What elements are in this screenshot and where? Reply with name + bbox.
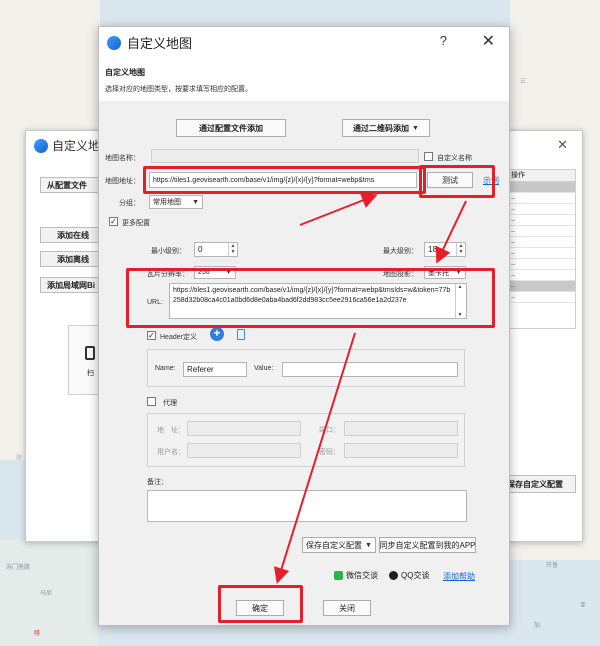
proxy-password-field: [344, 443, 458, 458]
header-label: Header定义: [160, 334, 197, 341]
test-button[interactable]: 测试: [427, 172, 473, 188]
table-row[interactable]: –: [507, 237, 575, 248]
chevron-down-icon: ▼: [225, 269, 232, 276]
wechat-chat-button[interactable]: 微信交谈: [334, 570, 378, 581]
delete-header-icon[interactable]: [237, 329, 245, 340]
add-lan-button[interactable]: 添加局域网Bi: [40, 277, 106, 293]
spinner-arrows-icon[interactable]: ▲ ▼: [456, 243, 465, 256]
header-value-label: Value:: [254, 365, 274, 372]
table-row[interactable]: –: [507, 226, 575, 237]
close-button[interactable]: 关闭: [323, 600, 371, 616]
phone-icon: [85, 346, 95, 360]
ok-button[interactable]: 确定: [236, 600, 284, 616]
more-config-checkbox[interactable]: ✓: [109, 217, 118, 226]
scan-label: 扫: [87, 370, 94, 377]
scrollbar[interactable]: ▲ ▼: [455, 284, 464, 318]
map-label: 马尼: [40, 591, 53, 597]
header-name-field[interactable]: Referer: [183, 362, 247, 377]
proxy-port-field: [344, 421, 458, 436]
app-logo-icon: [107, 35, 121, 50]
save-config-button[interactable]: 保存自定义配置 ▼: [302, 537, 376, 553]
table-row[interactable]: –: [507, 248, 575, 259]
proxy-port-label: 端口：: [319, 427, 340, 434]
table-row[interactable]: –: [507, 259, 575, 270]
more-config-label: 更多配置: [122, 220, 150, 227]
from-config-button[interactable]: 从配置文件: [40, 177, 106, 193]
projection-select[interactable]: 墨卡托 ▼: [424, 266, 466, 279]
sync-to-app-button[interactable]: 同步自定义配置到我的APP: [379, 537, 476, 553]
qq-icon: [389, 571, 398, 580]
qq-chat-button[interactable]: QQ交谈: [389, 570, 429, 581]
chevron-down-icon: ▼: [192, 198, 199, 206]
add-via-qr-button[interactable]: 通过二维码添加 ▼: [342, 119, 430, 137]
add-header-icon[interactable]: +: [210, 327, 224, 341]
proxy-address-label: 地 址：: [157, 427, 185, 434]
back-table: 操作 – – – – – – – – – –: [506, 169, 576, 329]
map-label: 沙: [16, 455, 23, 461]
example-link[interactable]: 示例: [483, 175, 499, 186]
tile-resolution-select[interactable]: 256 ▼: [194, 266, 236, 279]
map-name-field[interactable]: [151, 149, 419, 163]
add-online-button[interactable]: 添加在线: [40, 227, 106, 243]
map-url-field[interactable]: https://tiles1.geovisearth.com/base/v1/i…: [149, 172, 417, 188]
table-row[interactable]: –: [507, 215, 575, 226]
custom-name-checkbox[interactable]: [424, 152, 433, 161]
app-logo-icon: [34, 138, 48, 153]
table-row[interactable]: [507, 182, 575, 193]
proxy-checkbox[interactable]: [147, 397, 156, 406]
help-icon[interactable]: ?: [440, 33, 447, 48]
max-level-label: 最大级别：: [383, 248, 418, 255]
add-via-config-button[interactable]: 通过配置文件添加: [176, 119, 286, 137]
header-value-field[interactable]: [282, 362, 458, 377]
header-checkbox[interactable]: ✓: [147, 331, 156, 340]
group-label: 分组：: [119, 200, 140, 207]
header-name-label: Name:: [155, 365, 176, 372]
max-level-spinner[interactable]: 18 ▲ ▼: [424, 242, 466, 257]
min-level-label: 最小级别：: [151, 248, 186, 255]
map-label: 三: [520, 79, 527, 85]
chevron-down-icon: ▼: [455, 269, 462, 276]
add-help-link[interactable]: 添加帮助: [443, 571, 475, 582]
back-window-title: 自定义地: [34, 137, 100, 154]
remark-label: 备注：: [147, 479, 168, 486]
custom-map-dialog: 自定义地图 ? ✕ 自定义地图 选择对应的地图类型，按要求填写相应的配置。 通过…: [98, 26, 510, 626]
proxy-user-field: [187, 443, 301, 458]
min-level-spinner[interactable]: 0 ▲ ▼: [194, 242, 238, 257]
map-name-label: 地图名称：: [105, 155, 140, 162]
wechat-icon: [334, 571, 343, 580]
map-label: 亚: [580, 603, 587, 609]
group-select[interactable]: 常用地图 ▼: [149, 195, 203, 209]
table-row[interactable]: –: [507, 292, 575, 303]
url-label: URL:: [147, 299, 163, 306]
add-offline-button[interactable]: 添加离线: [40, 251, 106, 267]
url-textarea[interactable]: https://tiles1.geovisearth.com/base/v1/i…: [169, 283, 467, 319]
table-header: 操作: [507, 170, 575, 182]
chevron-down-icon: ▼: [365, 541, 372, 549]
tile-resolution-label: 瓦片分辨率：: [147, 271, 189, 278]
proxy-address-field: [187, 421, 301, 436]
table-row[interactable]: –: [507, 270, 575, 281]
table-row[interactable]: –: [507, 281, 575, 292]
map-url-label: 地图地址：: [105, 178, 140, 185]
map-label: 加: [534, 623, 541, 629]
remark-field[interactable]: [147, 490, 467, 522]
close-icon[interactable]: ✕: [482, 31, 495, 51]
map-label: 开普: [546, 563, 559, 569]
section-description: 选择对应的地图类型，按要求填写相应的配置。: [105, 86, 252, 93]
table-row[interactable]: –: [507, 204, 575, 215]
dialog-title: 自定义地图: [107, 33, 192, 52]
spinner-arrows-icon[interactable]: ▲ ▼: [228, 243, 237, 256]
map-label: 喀: [34, 631, 41, 637]
section-title: 自定义地图: [105, 68, 145, 77]
proxy-user-label: 用户名：: [157, 449, 185, 456]
proxy-label: 代理: [163, 400, 177, 407]
custom-name-label: 自定义名称: [437, 155, 472, 162]
proxy-password-label: 密码：: [319, 449, 340, 456]
close-icon[interactable]: ✕: [557, 137, 568, 153]
chevron-down-icon: ▼: [412, 124, 419, 132]
projection-label: 地图投影：: [383, 271, 418, 278]
map-label: 苏门答腊: [6, 565, 31, 571]
table-row[interactable]: –: [507, 193, 575, 204]
